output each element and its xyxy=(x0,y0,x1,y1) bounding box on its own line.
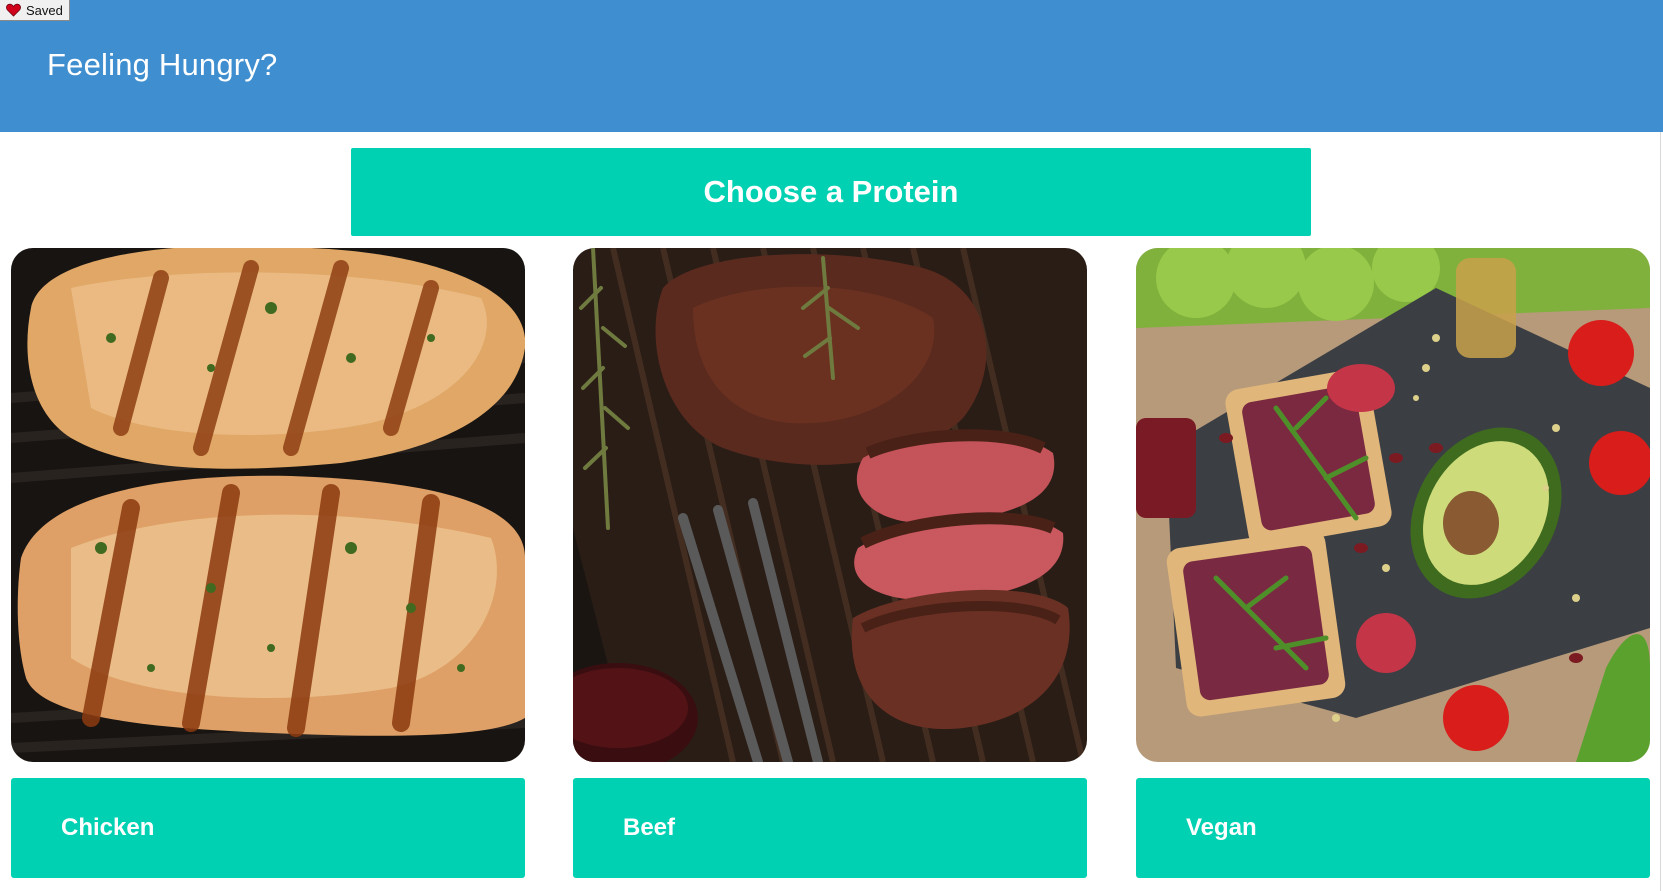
page-divider xyxy=(1660,132,1661,891)
beef-image[interactable] xyxy=(573,248,1087,762)
beef-label: Beef xyxy=(623,814,676,841)
vegan-image[interactable] xyxy=(1136,248,1650,762)
vegan-label: Vegan xyxy=(1186,814,1257,841)
heart-icon xyxy=(6,3,21,17)
saved-label: Saved xyxy=(26,2,63,18)
beef-button[interactable]: Beef xyxy=(573,778,1087,878)
chicken-label: Chicken xyxy=(61,814,155,841)
chicken-button[interactable]: Chicken xyxy=(11,778,525,878)
page-title: Feeling Hungry? xyxy=(47,47,278,82)
vegan-button[interactable]: Vegan xyxy=(1136,778,1650,878)
banner-title: Choose a Protein xyxy=(703,174,959,209)
header: Feeling Hungry? xyxy=(0,0,1663,132)
saved-badge[interactable]: Saved xyxy=(0,0,70,21)
chicken-image[interactable] xyxy=(11,248,525,762)
choose-protein-banner: Choose a Protein xyxy=(351,148,1311,236)
